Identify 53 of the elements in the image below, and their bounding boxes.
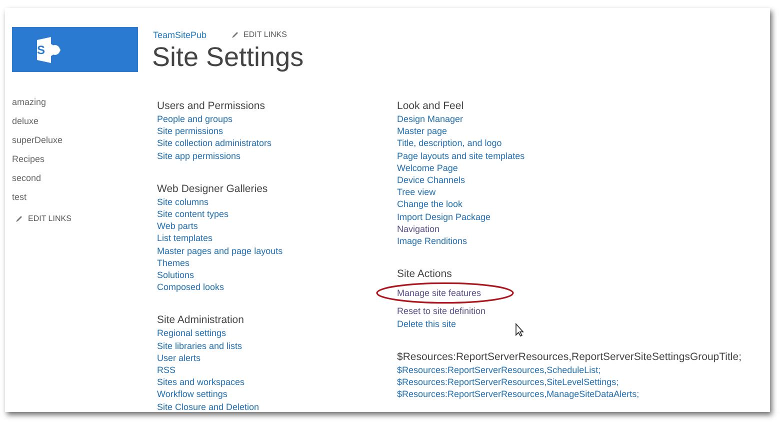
settings-link[interactable]: Delete this site <box>397 318 456 330</box>
settings-link[interactable]: Site app permissions <box>157 150 241 162</box>
settings-link[interactable]: Site content types <box>157 208 229 220</box>
section-heading: Look and Feel <box>397 100 464 113</box>
settings-link[interactable]: Workflow settings <box>157 388 228 401</box>
settings-link[interactable]: Web parts <box>157 220 198 232</box>
settings-link[interactable]: $Resources:ReportServerResources,ScheduleList; <box>397 364 601 376</box>
settings-link[interactable]: Site permissions <box>157 125 224 138</box>
sidebar-item[interactable]: superDeluxe <box>12 134 63 146</box>
settings-link[interactable]: $Resources:ReportServerResources,SiteLevelSettings; <box>397 376 619 388</box>
settings-link[interactable]: Site collection administrators <box>157 137 272 150</box>
sharepoint-logo[interactable]: S <box>12 27 138 72</box>
settings-link[interactable]: Title, description, and logo <box>397 137 502 150</box>
settings-link[interactable]: Navigation <box>397 222 440 236</box>
settings-link[interactable]: Master page <box>397 125 448 138</box>
sidebar-item[interactable]: test <box>12 191 27 203</box>
sidebar-item[interactable]: second <box>12 172 42 184</box>
settings-link[interactable]: Change the look <box>397 198 463 211</box>
settings-link[interactable]: Solutions <box>157 269 194 282</box>
settings-link[interactable]: Welcome Page <box>397 162 458 174</box>
settings-link[interactable]: People and groups <box>157 113 233 126</box>
site-link[interactable]: TeamSitePub <box>153 29 207 41</box>
settings-link[interactable]: Themes <box>157 256 190 270</box>
edit-links-link[interactable]: EDIT LINKS <box>28 214 72 224</box>
settings-link[interactable]: Tree view <box>397 186 436 198</box>
settings-link[interactable]: Device Channels <box>397 174 466 186</box>
settings-link[interactable]: $Resources:ReportServerResources,ManageSiteDataAlerts; <box>397 388 640 400</box>
settings-link[interactable]: Regional settings <box>157 327 226 340</box>
settings-link[interactable]: Design Manager <box>397 113 464 126</box>
section-heading: Site Administration <box>157 314 244 328</box>
section-heading: Users and Permissions <box>157 100 265 113</box>
settings-link[interactable]: RSS <box>157 364 176 376</box>
settings-link[interactable]: List templates <box>157 232 213 245</box>
settings-link[interactable]: Site libraries and lists <box>157 340 242 352</box>
settings-link[interactable]: Site columns <box>157 196 209 208</box>
settings-link[interactable]: User alerts <box>157 352 201 364</box>
settings-link[interactable]: Import Design Package <box>397 210 491 223</box>
section-heading: $Resources:ReportServerResources,ReportServerSiteSettingsGroupTitle; <box>397 350 742 364</box>
sidebar-item[interactable]: amazing <box>12 96 46 108</box>
sidebar-item[interactable]: Recipes <box>12 153 45 165</box>
settings-link[interactable]: Master pages and page layouts <box>157 244 283 257</box>
settings-link[interactable]: Composed looks <box>157 281 224 294</box>
settings-link[interactable]: Page layouts and site templates <box>397 150 525 162</box>
section-heading: Web Designer Galleries <box>157 182 268 196</box>
logo-letter: S <box>37 42 46 56</box>
section-heading: Site Actions <box>397 268 452 282</box>
page-title: Site Settings <box>152 41 305 73</box>
settings-link[interactable]: Sites and workspaces <box>157 376 245 388</box>
settings-link[interactable]: Image Renditions <box>397 235 468 248</box>
settings-link[interactable]: Reset to site definition <box>397 305 486 318</box>
edit-links-link[interactable]: EDIT LINKS <box>244 30 287 40</box>
sidebar-item[interactable]: deluxe <box>12 115 39 127</box>
settings-link[interactable]: Site Closure and Deletion <box>157 400 260 412</box>
